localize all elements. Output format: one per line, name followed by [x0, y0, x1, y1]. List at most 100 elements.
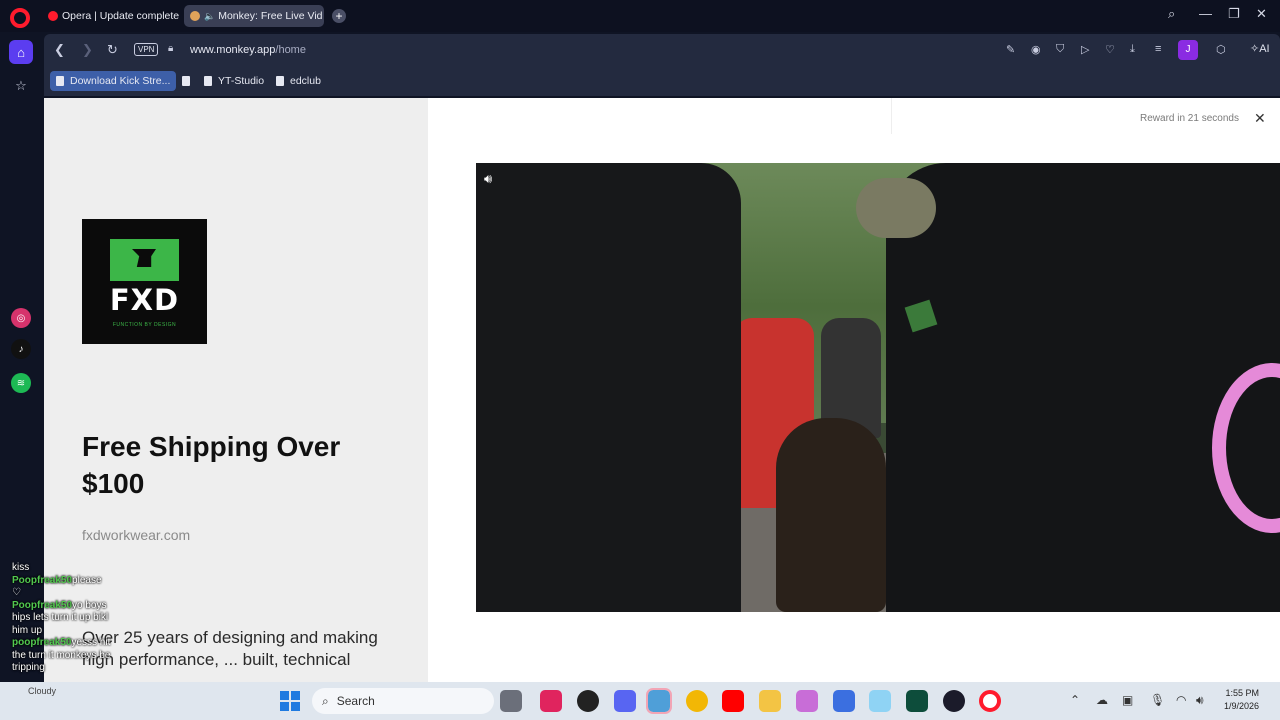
chat-text: the turn it monkeys be	[12, 649, 111, 661]
volume-icon[interactable]: 🔊︎	[1196, 693, 1204, 708]
weather-widget[interactable]: Cloudy	[28, 686, 56, 696]
search-tabs-icon[interactable]: ⌕	[1168, 6, 1175, 22]
video-leg-left	[476, 163, 741, 612]
profile-avatar[interactable]: J	[1178, 40, 1198, 60]
chat-line: ♡	[12, 587, 192, 600]
close-ad-icon[interactable]: ✕	[1254, 110, 1266, 127]
ai-label: AI	[1259, 43, 1270, 55]
logo-green-block	[110, 239, 179, 281]
chat-username: Poopfreak50	[12, 574, 73, 586]
chat-overlay: kiss Poopfreak50please ♡ Poopfreak50yo b…	[12, 562, 192, 675]
play-icon[interactable]: ▷	[1081, 43, 1089, 56]
youtube-icon[interactable]	[722, 690, 744, 712]
spotify-icon[interactable]: ≋	[11, 373, 31, 393]
forward-icon[interactable]: ❯	[82, 42, 93, 58]
chat-text: hips lets turn it up bikl	[12, 612, 109, 623]
tray-chevron-icon[interactable]: ⌃	[1070, 693, 1080, 707]
bookmark-label: YT-Studio	[218, 75, 265, 87]
discord-icon[interactable]	[614, 690, 636, 712]
search-icon: ⌕	[322, 693, 329, 708]
chat-username: Poopfreak50	[12, 599, 73, 611]
bookmark-download-kick[interactable]: Download Kick Stre...	[50, 71, 177, 91]
bookmark-label: edclub	[290, 75, 321, 87]
ad-headline[interactable]: Free Shipping Over $100	[82, 428, 402, 502]
store-icon[interactable]	[833, 690, 855, 712]
url-path: /home	[275, 44, 306, 56]
bookmark-label: Download Kick Stre...	[70, 75, 171, 87]
capcut-icon[interactable]	[540, 690, 562, 712]
microphone-icon[interactable]: 🎙︎	[1150, 693, 1165, 707]
edit-icon[interactable]: ✎	[1006, 43, 1015, 56]
search-placeholder: Search	[336, 694, 375, 708]
extensions-icon[interactable]: ⬡	[1216, 43, 1226, 56]
bookmark-edclub[interactable]: edclub	[270, 71, 327, 91]
tab-opera-update[interactable]: Opera | Update complete	[42, 5, 180, 27]
file-explorer-icon[interactable]	[759, 690, 781, 712]
tab-label: Monkey: Free Live Vid	[218, 10, 323, 22]
camera-icon[interactable]: ◉	[1031, 43, 1041, 56]
restore-icon[interactable]: ❐	[1228, 6, 1240, 22]
aria-ai-button[interactable]: ✧AI	[1250, 42, 1270, 55]
fxd-logo[interactable]: FXD FUNCTION BY DESIGN	[82, 219, 207, 344]
speed-dial-icon[interactable]: ☆	[9, 74, 33, 98]
logo-tagline: FUNCTION BY DESIGN	[112, 322, 177, 328]
app-icon-dark[interactable]	[577, 690, 599, 712]
chat-text: tripping	[12, 662, 45, 673]
tray-cloud-icon[interactable]: ☁	[1096, 693, 1108, 707]
app-icon-round[interactable]	[943, 690, 965, 712]
chat-text: yo boys	[72, 599, 107, 611]
monkey-favicon-icon	[190, 11, 200, 21]
chat-line: him up	[12, 625, 192, 638]
menu-icon[interactable]: ≡	[1155, 43, 1161, 55]
chat-line: hips lets turn it up bikl	[12, 612, 192, 625]
address-bar: ❮ ❯ ↻ VPN 🔒︎ www.monkey.app/home ✎ ◉ ⛉ ▷…	[44, 34, 1280, 66]
tab-bar: Opera | Update complete 🔈 Monkey: Free L…	[0, 0, 1280, 32]
opera-favicon-icon	[48, 11, 58, 21]
url-field[interactable]: www.monkey.app/home	[190, 44, 306, 56]
weather-label: Cloudy	[28, 686, 57, 696]
tab-monkey[interactable]: 🔈 Monkey: Free Live Vid	[184, 5, 324, 27]
chrome-icon[interactable]	[686, 690, 708, 712]
bookmarks-bar: Download Kick Stre... YT-Studio edclub	[44, 66, 1280, 96]
chat-text: him up	[12, 624, 43, 636]
bookmark-yt-studio[interactable]: YT-Studio	[198, 71, 270, 91]
shield-icon[interactable]: ⛉	[1056, 43, 1064, 56]
video-glove	[856, 178, 936, 238]
home-icon[interactable]: ⌂	[9, 40, 33, 64]
clock-time: 1:55 PM	[1225, 688, 1260, 698]
terminal-app-icon[interactable]	[906, 690, 928, 712]
tiktok-icon[interactable]: ♪	[11, 339, 31, 359]
sound-icon[interactable]: 🔊︎	[484, 171, 492, 187]
download-icon[interactable]: ⤓	[1130, 43, 1135, 56]
ad-domain[interactable]: fxdworkwear.com	[82, 527, 190, 543]
task-view-icon[interactable]	[500, 690, 522, 712]
back-icon[interactable]: ❮	[54, 42, 65, 58]
windows-start-icon[interactable]	[280, 691, 300, 711]
close-window-icon[interactable]: ✕	[1256, 6, 1267, 22]
opera-logo-icon[interactable]	[10, 8, 30, 28]
chat-line: Poopfreak50yo boys	[12, 600, 192, 613]
document-icon	[182, 76, 190, 86]
taskbar-clock[interactable]: 1:55 PM 1/9/2026	[1224, 687, 1259, 713]
chat-line: poopfreak50yesss hit	[12, 637, 192, 650]
heart-icon[interactable]: ♡	[1105, 43, 1115, 56]
speaker-icon: 🔈	[204, 10, 216, 21]
tray-display-icon[interactable]: ▣	[1122, 693, 1133, 707]
chat-username: poopfreak50	[12, 637, 72, 648]
instagram-icon[interactable]: ◎	[11, 308, 31, 328]
network-app-icon[interactable]	[869, 690, 891, 712]
new-tab-button[interactable]: +	[332, 9, 346, 23]
chat-text: please	[72, 574, 102, 586]
active-app-icon[interactable]	[646, 688, 672, 714]
copilot-icon[interactable]	[796, 690, 818, 712]
ad-video[interactable]: 🔊︎	[476, 163, 1280, 612]
reload-icon[interactable]: ↻	[107, 42, 118, 58]
vpn-badge[interactable]: VPN	[134, 43, 159, 56]
clock-date: 1/9/2026	[1224, 701, 1260, 711]
wifi-icon[interactable]: ◠	[1176, 693, 1186, 707]
minimize-icon[interactable]: —	[1199, 6, 1212, 21]
taskbar-search[interactable]: ⌕ Search	[312, 688, 494, 714]
opera-taskbar-icon[interactable]	[979, 690, 1001, 712]
lock-icon[interactable]: 🔒︎	[168, 43, 173, 54]
document-icon	[56, 76, 64, 86]
